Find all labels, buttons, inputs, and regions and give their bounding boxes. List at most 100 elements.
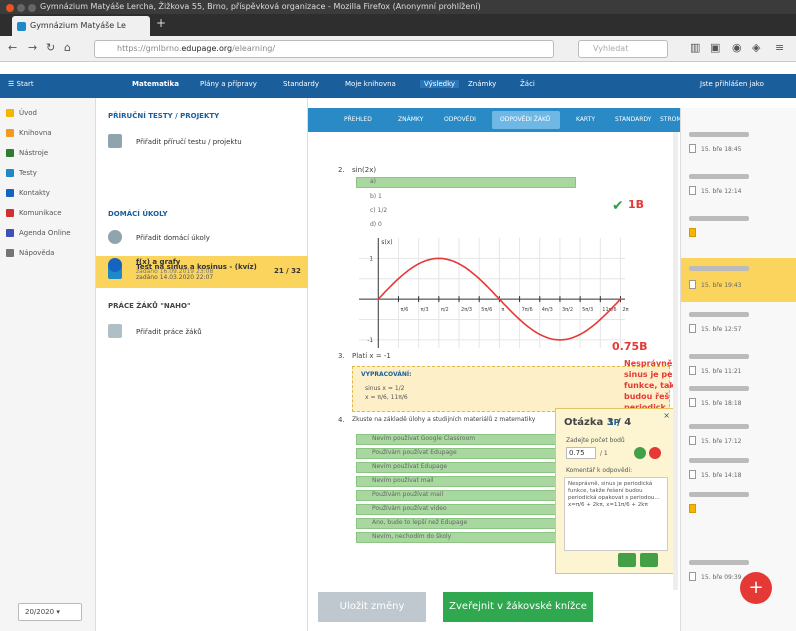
- y-tick-label: 1: [369, 255, 373, 262]
- reload-icon[interactable]: ↻: [46, 41, 55, 54]
- question-4-text: Zkuste na základě úlohy a studijních mat…: [352, 416, 536, 423]
- menu-results[interactable]: Výsledky: [420, 80, 460, 88]
- data-point: [518, 318, 521, 321]
- contacts-icon: [6, 189, 14, 197]
- library-icon: [6, 129, 14, 137]
- data-point: [559, 339, 561, 341]
- home-icon[interactable]: ⌂: [64, 41, 71, 54]
- minimize-icon[interactable]: [17, 4, 25, 12]
- menu-library[interactable]: Moje knihovna: [345, 80, 396, 88]
- sidebar-item-testy[interactable]: Testy: [6, 166, 37, 180]
- file-icon: [689, 324, 696, 333]
- url-bar[interactable]: https://gmlbrno.edupage.org/elearning/: [94, 40, 554, 58]
- user-info[interactable]: Jste přihlášen jako: [700, 80, 764, 88]
- data-point: [458, 263, 460, 265]
- answer-option: Nevím používat Google Classroom: [372, 435, 476, 442]
- tab-cards[interactable]: KARTY: [576, 116, 595, 123]
- add-icon[interactable]: +: [740, 572, 772, 604]
- menu-standards[interactable]: Standardy: [283, 80, 319, 88]
- sidebar-item-komunikace[interactable]: Komunikace: [6, 206, 62, 220]
- tab-student-answers[interactable]: ODPOVĚDI ŽÁKŮ: [500, 116, 550, 123]
- tab-standards[interactable]: STANDARDY: [615, 116, 651, 123]
- extension-icon[interactable]: ◈: [752, 41, 760, 54]
- comment-textarea[interactable]: Nesprávně, sinus je periodická funkce, t…: [564, 477, 668, 551]
- assign-homework-link[interactable]: Přiřadit domácí úkoly: [136, 234, 210, 242]
- student-item[interactable]: 15. bře 11:21: [681, 350, 796, 384]
- window-titlebar: Gymnázium Matyáše Lercha, Žižkova 55, Br…: [0, 0, 796, 14]
- save-button[interactable]: Uložit změny: [318, 592, 426, 622]
- agenda-icon: [6, 229, 14, 237]
- section-homework-heading[interactable]: DOMÁCÍ ÚKOLY: [108, 210, 168, 218]
- tab-answers[interactable]: ODPOVĚDI: [444, 116, 476, 123]
- assign-works-link[interactable]: Přiřadit práce žáků: [136, 328, 202, 336]
- student-item[interactable]: 15. bře 17:12: [681, 420, 796, 454]
- question-4-number: 4.: [338, 416, 345, 424]
- date-select[interactable]: 20/2020 ▾: [18, 603, 82, 621]
- window-title: Gymnázium Matyáše Lercha, Žižkova 55, Br…: [40, 2, 481, 11]
- menu-icon[interactable]: ≡: [775, 41, 784, 54]
- confirm-icon[interactable]: [634, 447, 646, 459]
- student-item-selected[interactable]: 15. bře 19:43: [681, 258, 796, 302]
- sidebar-item-agenda[interactable]: Agenda Online: [6, 226, 71, 240]
- file-icon: [689, 366, 696, 375]
- publish-button[interactable]: Zveřejnit v žákovské knížce: [443, 592, 593, 622]
- menu-plans[interactable]: Plány a přípravy: [200, 80, 257, 88]
- results-tabstrip: PŘEHLED ZNÁMKY ODPOVĚDI ODPOVĚDI ŽÁKŮ KA…: [308, 108, 721, 132]
- sidebar-item-uvod[interactable]: Úvod: [6, 106, 37, 120]
- answer-option: Ano, bude to lepší než Edupage: [372, 519, 468, 526]
- browser-tab[interactable]: Gymnázium Matyáše Le: [12, 16, 150, 36]
- data-point: [438, 257, 440, 260]
- section-tests-heading[interactable]: PŘÍRUČNÍ TESTY / PROJEKTY: [108, 112, 219, 120]
- prev-question-button[interactable]: [618, 553, 636, 567]
- file-icon: [689, 436, 696, 445]
- sidebar-item-nastroje[interactable]: Nástroje: [6, 146, 48, 160]
- browser-navbar: ← → ↻ ⌂ https://gmlbrno.edupage.org/elea…: [0, 36, 796, 62]
- student-list-panel: 15. bře 18:45 15. bře 12:14 15. bře 19:4…: [680, 108, 796, 631]
- close-icon[interactable]: ×: [663, 411, 670, 420]
- forward-icon[interactable]: →: [28, 41, 37, 54]
- menu-grades[interactable]: Známky: [468, 80, 496, 88]
- student-item[interactable]: [681, 212, 796, 246]
- start-button[interactable]: ☰ Start: [8, 80, 34, 88]
- remove-icon[interactable]: [649, 447, 661, 459]
- score-input[interactable]: 0.75: [566, 447, 596, 459]
- new-tab-icon[interactable]: +: [156, 16, 166, 30]
- hourglass-icon: [689, 228, 696, 237]
- x-tick-label: π/2: [441, 307, 449, 313]
- section-works-heading[interactable]: PRÁCE ŽÁKŮ "NAHO": [108, 302, 191, 310]
- close-icon[interactable]: [6, 4, 14, 12]
- file-icon: [689, 398, 696, 407]
- maximize-icon[interactable]: [28, 4, 36, 12]
- addon-icon[interactable]: ◉: [732, 41, 742, 54]
- homework-item[interactable]: f(x) a grafy: [136, 258, 180, 266]
- student-item[interactable]: 15. bře 09:39: [681, 556, 796, 590]
- x-tick-label: 7π/6: [522, 307, 533, 313]
- popup-points: 1P: [608, 418, 620, 427]
- student-item[interactable]: [681, 488, 796, 522]
- student-item[interactable]: 15. bře 12:57: [681, 308, 796, 342]
- menu-students[interactable]: Žáci: [520, 80, 535, 88]
- sidebar-item-knihovna[interactable]: Knihovna: [6, 126, 52, 140]
- search-input[interactable]: Vyhledat: [578, 40, 668, 58]
- assign-test-link[interactable]: Přiřadit příručí testu / projektu: [136, 138, 242, 146]
- content-scrollbar[interactable]: [673, 132, 678, 590]
- next-question-button[interactable]: [640, 553, 658, 567]
- student-item[interactable]: 15. bře 18:45: [681, 128, 796, 162]
- tab-grades[interactable]: ZNÁMKY: [398, 116, 423, 123]
- sine-chart: π/6 π/3 π/2 2π/3 5π/6 π 7π/6 4π/3 3π/2 5π/3 11π/6 2…: [359, 238, 629, 348]
- tab-overview[interactable]: PŘEHLED: [344, 116, 372, 123]
- sidebar-icon[interactable]: ▣: [710, 41, 720, 54]
- file-icon: [689, 470, 696, 479]
- subject-selector[interactable]: Matematika: [132, 80, 179, 88]
- library-icon[interactable]: ▥: [690, 41, 700, 54]
- back-icon[interactable]: ←: [8, 41, 17, 54]
- sidebar-item-napoveda[interactable]: Nápověda: [6, 246, 54, 260]
- sidebar-item-kontakty[interactable]: Kontakty: [6, 186, 50, 200]
- x-tick-label: 2π: [622, 307, 628, 313]
- student-item[interactable]: 15. bře 14:18: [681, 454, 796, 488]
- student-item[interactable]: 15. bře 12:14: [681, 170, 796, 204]
- x-tick-label: 4π/3: [542, 307, 553, 313]
- answer-option: d) 0: [370, 221, 382, 228]
- student-item[interactable]: 15. bře 18:18: [681, 382, 796, 416]
- homework-icon: [108, 230, 122, 244]
